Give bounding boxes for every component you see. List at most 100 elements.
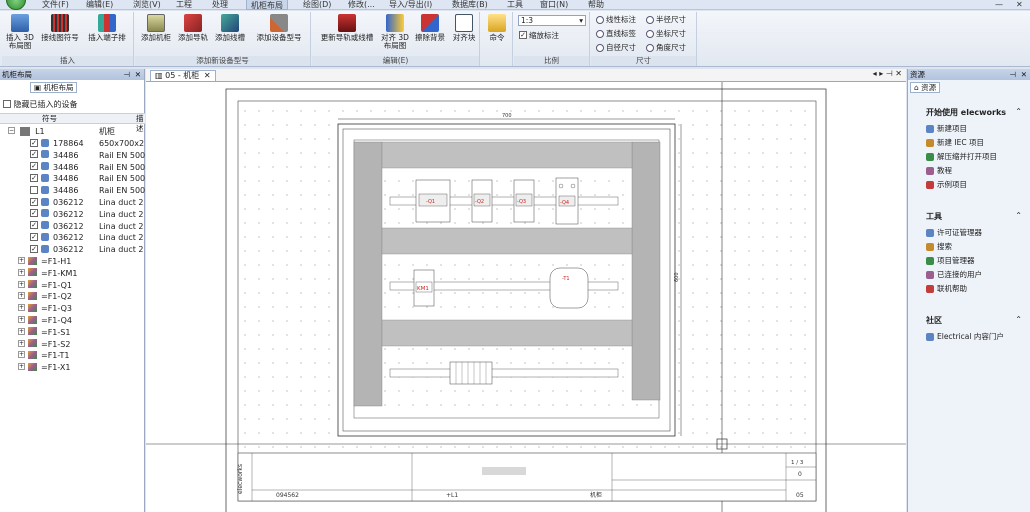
resource-link[interactable]: 示例项目: [926, 179, 967, 190]
resource-link[interactable]: Electrical 内容门户: [926, 331, 1004, 342]
close-icon[interactable]: ✕: [1021, 69, 1027, 80]
pin-icon[interactable]: ⊣: [123, 69, 130, 80]
collapse-section-icon[interactable]: ⌃: [1015, 315, 1022, 324]
menu-file[interactable]: 文件(F): [42, 0, 69, 10]
tab-resources[interactable]: ⌂ 资源: [910, 82, 941, 93]
coordinate-dimension-button[interactable]: 坐标尺寸: [646, 28, 686, 39]
expand-icon[interactable]: +: [18, 292, 25, 300]
tree-component[interactable]: + =F1-X1: [0, 362, 145, 374]
item-checkbox[interactable]: ✓: [30, 197, 38, 206]
hide-inserted-checkbox[interactable]: 隐藏已插入的设备: [3, 99, 78, 110]
tree-item[interactable]: ✓ 178864 650x700x2: [0, 138, 145, 150]
item-checkbox[interactable]: ✓: [30, 138, 38, 147]
add-rail-button[interactable]: 添加导轨: [175, 14, 211, 42]
tree-item[interactable]: ✓ 34486 Rail EN 500: [0, 150, 145, 162]
tree-root[interactable]: − L1 机柜: [0, 126, 145, 138]
expand-icon[interactable]: +: [18, 304, 25, 312]
expand-icon[interactable]: +: [18, 280, 25, 288]
linear-dimension-button[interactable]: 线性标注: [596, 14, 636, 25]
tree-component[interactable]: + =F1-Q4: [0, 315, 145, 327]
column-symbol[interactable]: 符号: [42, 114, 57, 124]
item-checkbox[interactable]: ✓: [30, 162, 38, 171]
item-checkbox[interactable]: ✓: [30, 232, 38, 241]
tree-component[interactable]: + =F1-H1: [0, 256, 145, 268]
close-icon[interactable]: ✕: [204, 71, 211, 80]
collapse-icon[interactable]: −: [8, 127, 15, 134]
expand-icon[interactable]: +: [18, 339, 25, 347]
tree-component[interactable]: + =F1-Q1: [0, 280, 145, 292]
menu-window[interactable]: 窗口(N): [540, 0, 568, 10]
item-checkbox[interactable]: ✓: [30, 150, 38, 159]
pin-icon[interactable]: ⊣: [1009, 69, 1016, 80]
tree-component[interactable]: + =F1-Q3: [0, 303, 145, 315]
tree-component[interactable]: + =F1-Q2: [0, 291, 145, 303]
expand-icon[interactable]: +: [18, 363, 25, 371]
expand-icon[interactable]: +: [18, 351, 25, 359]
resource-link[interactable]: 已连接的用户: [926, 269, 982, 280]
menu-edit[interactable]: 编辑(E): [86, 0, 113, 10]
close-button[interactable]: ✕: [1016, 0, 1023, 9]
item-checkbox[interactable]: ✓: [30, 244, 38, 253]
menu-project[interactable]: 工程: [176, 0, 192, 10]
expand-icon[interactable]: +: [18, 268, 25, 276]
menu-help[interactable]: 帮助: [588, 0, 604, 10]
tree-item[interactable]: ✓ 036212 Lina duct 2: [0, 244, 145, 256]
diameter-dimension-button[interactable]: 自径尺寸: [596, 42, 636, 53]
resource-link[interactable]: 项目管理器: [926, 255, 975, 266]
item-checkbox[interactable]: ✓: [30, 209, 38, 218]
resource-link[interactable]: 教程: [926, 165, 952, 176]
resource-link[interactable]: 许可证管理器: [926, 227, 982, 238]
item-checkbox[interactable]: ✓: [30, 221, 38, 230]
tree-component[interactable]: + =F1-S2: [0, 339, 145, 351]
expand-icon[interactable]: +: [18, 316, 25, 323]
tree-item[interactable]: ✓ 34486 Rail EN 500: [0, 162, 145, 174]
menu-modify[interactable]: 修改(...: [348, 0, 375, 10]
close-icon[interactable]: ✕: [135, 69, 141, 80]
add-cabinet-button[interactable]: 添加机柜: [138, 14, 174, 42]
expand-icon[interactable]: +: [18, 327, 25, 335]
tree-component[interactable]: + =F1-T1: [0, 350, 145, 362]
menu-view[interactable]: 浏览(V): [133, 0, 161, 10]
align-3d-layout-button[interactable]: 对齐 3D 布局图: [378, 14, 412, 50]
menu-draw[interactable]: 绘图(D): [303, 0, 331, 10]
tree-component[interactable]: + =F1-KM1: [0, 268, 145, 280]
menu-cabinet-layout[interactable]: 机柜布局: [246, 0, 288, 10]
tree-component[interactable]: + =F1-S1: [0, 327, 145, 339]
resource-link[interactable]: 联机帮助: [926, 283, 967, 294]
menu-tools[interactable]: 工具: [507, 0, 523, 10]
command-button[interactable]: 命令: [483, 14, 511, 42]
drawing-canvas[interactable]: 700 600 -Q1 -Q2 -Q3 -Q4 KM1 -T1 elecwork…: [146, 81, 906, 512]
scale-select[interactable]: 1:3 ▾: [518, 15, 586, 26]
align-block-button[interactable]: 对齐块: [449, 14, 479, 42]
document-window-controls[interactable]: ◂ ▸ ⊣ ✕: [873, 69, 902, 78]
scale-annotation-checkbox[interactable]: ✓ 缩放标注: [519, 30, 559, 41]
insert-terminal-strip-button[interactable]: 插入端子排: [84, 14, 130, 42]
menu-database[interactable]: 数据库(B): [452, 0, 488, 10]
menu-process[interactable]: 处理: [212, 0, 228, 10]
collapse-section-icon[interactable]: ⌃: [1015, 107, 1022, 116]
wiring-symbol-button[interactable]: 接线图符号: [38, 14, 82, 42]
tree-item[interactable]: ✓ 34486 Rail EN 500: [0, 173, 145, 185]
resource-link[interactable]: 新建 IEC 项目: [926, 137, 984, 148]
angle-dimension-button[interactable]: 角度尺寸: [646, 42, 686, 53]
item-checkbox[interactable]: [30, 185, 38, 194]
add-device-model-button[interactable]: 添加设备型号: [251, 14, 307, 42]
collapse-section-icon[interactable]: ⌃: [1015, 211, 1022, 220]
menu-import-export[interactable]: 导入/导出(I): [389, 0, 432, 10]
tree-item[interactable]: ✓ 036212 Lina duct 2: [0, 197, 145, 209]
minimize-button[interactable]: —: [995, 0, 1003, 9]
resource-link[interactable]: 搜索: [926, 241, 952, 252]
resource-link[interactable]: 解压缩并打开项目: [926, 151, 997, 162]
tree-item[interactable]: ✓ 036212 Lina duct 2: [0, 221, 145, 233]
application-button[interactable]: [6, 0, 26, 10]
add-duct-button[interactable]: 添加线槽: [212, 14, 248, 42]
tree-item[interactable]: ✓ 036212 Lina duct 2: [0, 232, 145, 244]
radius-dimension-button[interactable]: 半径尺寸: [646, 14, 686, 25]
tab-cabinet-layout[interactable]: ▣ 机柜布局: [30, 82, 78, 93]
insert-3d-layout-button[interactable]: 插入 3D 布局图: [5, 14, 35, 50]
tree-item[interactable]: ✓ 036212 Lina duct 2: [0, 209, 145, 221]
update-rail-duct-button[interactable]: 更新导轨或线槽: [315, 14, 379, 42]
resource-link[interactable]: 新建项目: [926, 123, 967, 134]
tree-item[interactable]: 34486 Rail EN 500: [0, 185, 145, 197]
erase-background-button[interactable]: 擦除背景: [412, 14, 448, 42]
